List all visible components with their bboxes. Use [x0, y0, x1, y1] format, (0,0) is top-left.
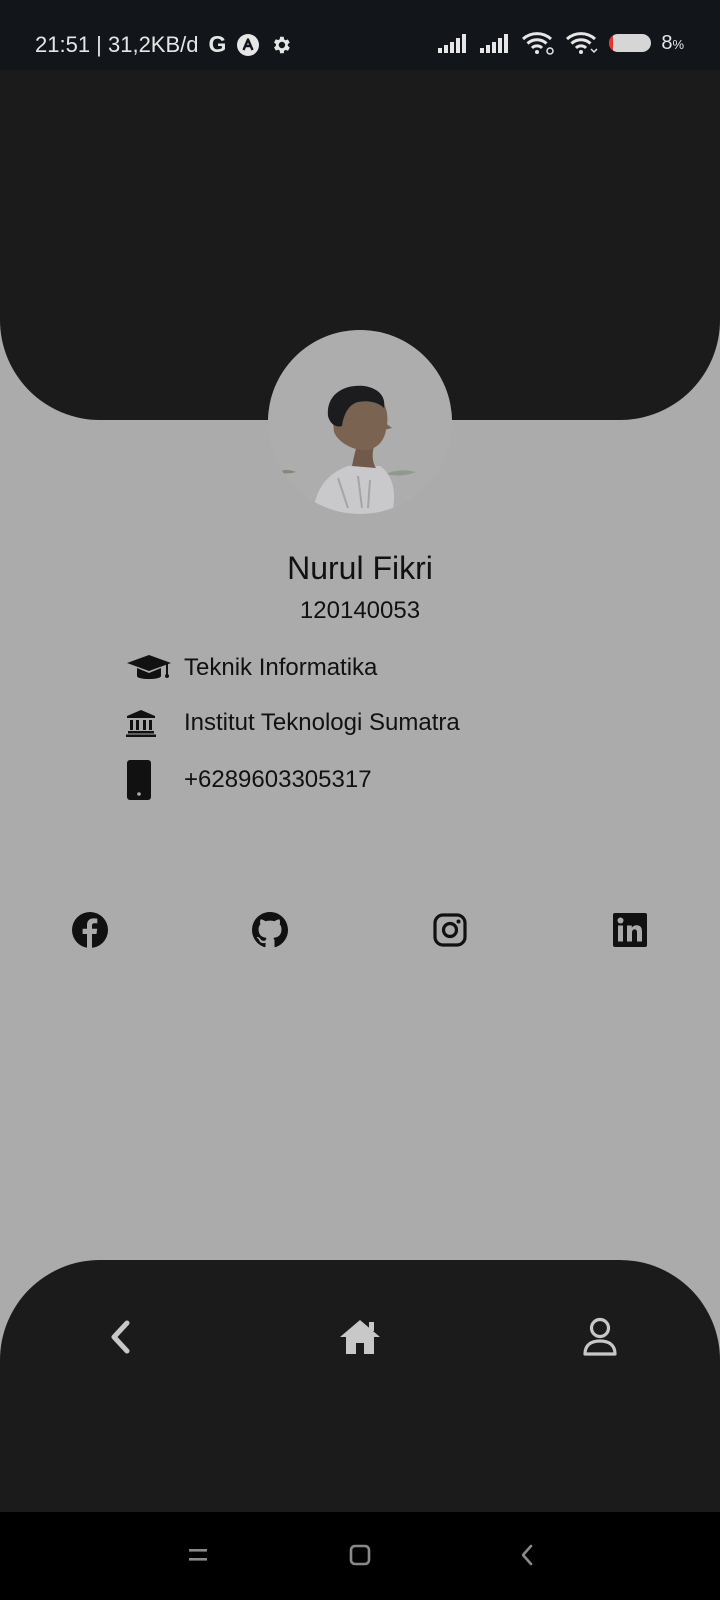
- back-icon[interactable]: [98, 1315, 142, 1359]
- phone-icon: [126, 760, 174, 800]
- status-time: 21:51 | 31,2KB/d: [35, 31, 199, 57]
- google-icon: G: [208, 31, 227, 57]
- battery-percent: 8%: [661, 32, 684, 55]
- back-chevron-icon[interactable]: [512, 1540, 542, 1570]
- signal-icon: [479, 32, 511, 54]
- detail-university-text: Institut Teknologi Sumatra: [184, 709, 460, 736]
- avatar: [268, 330, 452, 514]
- detail-phone-text: +6289603305317: [184, 766, 372, 793]
- status-right: 8%: [437, 31, 684, 55]
- wifi-icon: [521, 31, 555, 55]
- home-square-icon[interactable]: [345, 1540, 375, 1570]
- detail-university: Institut Teknologi Sumatra: [126, 703, 460, 743]
- profile-icon[interactable]: [578, 1315, 622, 1359]
- battery-percent-value: 8: [661, 31, 673, 54]
- university-icon: [126, 703, 174, 743]
- detail-phone: +6289603305317: [126, 760, 372, 800]
- settings-gear-icon: [270, 34, 292, 56]
- wifi-icon: [565, 31, 599, 55]
- profile-nim: 120140053: [299, 597, 421, 624]
- battery-percent-unit: %: [672, 36, 684, 52]
- instagram-icon[interactable]: [430, 910, 470, 950]
- facebook-icon[interactable]: [70, 910, 110, 950]
- detail-major: Teknik Informatika: [126, 648, 377, 688]
- home-icon[interactable]: [338, 1315, 382, 1359]
- detail-major-text: Teknik Informatika: [184, 654, 378, 681]
- battery-level: [609, 34, 613, 52]
- menu-icon[interactable]: [183, 1540, 213, 1570]
- bottom-nav-bar: [0, 1260, 720, 1512]
- status-left: 21:51 | 31,2KB/d G: [35, 31, 292, 58]
- battery-icon: [609, 34, 652, 52]
- signal-icon: [437, 32, 469, 54]
- linkedin-icon[interactable]: [610, 910, 650, 950]
- avatar-photo: [268, 330, 452, 514]
- app-a-icon: [236, 33, 260, 57]
- profile-name: Nurul Fikri: [287, 550, 433, 586]
- github-icon[interactable]: [250, 910, 290, 950]
- status-bar: 21:51 | 31,2KB/d G 8%: [0, 0, 720, 70]
- graduation-cap-icon: [126, 648, 174, 688]
